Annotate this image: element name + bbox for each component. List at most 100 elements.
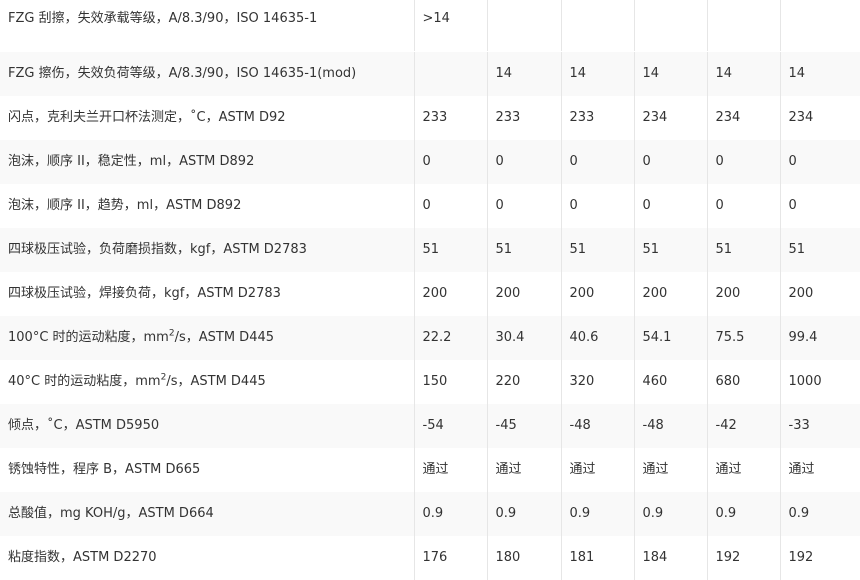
cell-value: 200 [487, 272, 562, 316]
cell-value: 0 [487, 140, 562, 184]
cell-value: 通过 [780, 448, 860, 492]
cell-value: 0 [707, 140, 781, 184]
cell-value: -48 [561, 404, 635, 448]
cell-value [561, 0, 635, 52]
row-label: 泡沫，顺序 II，趋势，ml，ASTM D892 [0, 184, 415, 228]
row-label: FZG 擦伤，失效负荷等级，A/8.3/90，ISO 14635-1(mod) [0, 51, 415, 96]
cell-value: 233 [414, 96, 488, 140]
table-row: 粘度指数，ASTM D2270 176 180 181 184 192 192 [0, 536, 860, 580]
cell-value: 234 [707, 96, 781, 140]
cell-value: 1000 [780, 360, 860, 404]
cell-value: 0.9 [414, 492, 488, 536]
row-label-text: 40°C 时的运动粘度，mm [8, 374, 161, 389]
cell-value: 30.4 [487, 316, 562, 360]
row-label: FZG 刮擦，失效承载等级，A/8.3/90，ISO 14635-1 [0, 0, 415, 52]
cell-value: 0 [780, 140, 860, 184]
cell-value: 0 [561, 184, 635, 228]
cell-value: 200 [414, 272, 488, 316]
cell-value: 150 [414, 360, 488, 404]
row-label: 总酸值，mg KOH/g，ASTM D664 [0, 492, 415, 536]
cell-value: 176 [414, 536, 488, 580]
cell-value: 14 [634, 51, 708, 96]
cell-value: 220 [487, 360, 562, 404]
cell-value: 0 [634, 140, 708, 184]
cell-value: 0 [487, 184, 562, 228]
cell-value: 200 [707, 272, 781, 316]
cell-value: 320 [561, 360, 635, 404]
cell-value: -45 [487, 404, 562, 448]
cell-value: 通过 [634, 448, 708, 492]
cell-value: 680 [707, 360, 781, 404]
row-label: 粘度指数，ASTM D2270 [0, 536, 415, 580]
cell-value: -54 [414, 404, 488, 448]
cell-value: 184 [634, 536, 708, 580]
cell-value: 0.9 [561, 492, 635, 536]
row-label-text: /s，ASTM D445 [166, 374, 266, 389]
cell-value: 200 [780, 272, 860, 316]
table-row: 总酸值，mg KOH/g，ASTM D664 0.9 0.9 0.9 0.9 0… [0, 492, 860, 536]
cell-value: 14 [707, 51, 781, 96]
cell-value: 51 [487, 228, 562, 272]
table-row: 泡沫，顺序 II，稳定性，ml，ASTM D892 0 0 0 0 0 0 [0, 140, 860, 184]
cell-value: 0 [780, 184, 860, 228]
cell-value: 51 [707, 228, 781, 272]
table-row: 锈蚀特性，程序 B，ASTM D665 通过 通过 通过 通过 通过 通过 [0, 448, 860, 492]
cell-value: 54.1 [634, 316, 708, 360]
cell-value: 0 [561, 140, 635, 184]
cell-value [487, 0, 562, 52]
specification-table: FZG 刮擦，失效承载等级，A/8.3/90，ISO 14635-1 >14 F… [0, 0, 860, 580]
table-row: 四球极压试验，负荷磨损指数，kgf，ASTM D2783 51 51 51 51… [0, 228, 860, 272]
cell-value: 40.6 [561, 316, 635, 360]
table-row: FZG 擦伤，失效负荷等级，A/8.3/90，ISO 14635-1(mod) … [0, 51, 860, 96]
cell-value: 通过 [487, 448, 562, 492]
cell-value: 460 [634, 360, 708, 404]
cell-value: 234 [634, 96, 708, 140]
cell-value [634, 0, 708, 52]
row-label: 倾点，˚C，ASTM D5950 [0, 404, 415, 448]
table-row: 100°C 时的运动粘度，mm2/s，ASTM D445 22.2 30.4 4… [0, 316, 860, 360]
cell-value: 99.4 [780, 316, 860, 360]
cell-value: 51 [780, 228, 860, 272]
cell-value: -42 [707, 404, 781, 448]
cell-value: 0 [414, 140, 488, 184]
cell-value: 0.9 [487, 492, 562, 536]
row-label-text: 100°C 时的运动粘度，mm [8, 330, 169, 345]
cell-value: 200 [561, 272, 635, 316]
cell-value: 0.9 [707, 492, 781, 536]
table-row: FZG 刮擦，失效承载等级，A/8.3/90，ISO 14635-1 >14 [0, 0, 860, 52]
cell-value: >14 [414, 0, 488, 52]
cell-value [780, 0, 860, 52]
row-label: 四球极压试验，负荷磨损指数，kgf，ASTM D2783 [0, 228, 415, 272]
table-row: 泡沫，顺序 II，趋势，ml，ASTM D892 0 0 0 0 0 0 [0, 184, 860, 228]
cell-value: 14 [561, 51, 635, 96]
cell-value: 233 [561, 96, 635, 140]
row-label: 锈蚀特性，程序 B，ASTM D665 [0, 448, 415, 492]
cell-value: 通过 [561, 448, 635, 492]
cell-value: 14 [780, 51, 860, 96]
row-label: 闪点，克利夫兰开口杯法测定，˚C，ASTM D92 [0, 96, 415, 140]
cell-value: 200 [634, 272, 708, 316]
cell-value: 通过 [707, 448, 781, 492]
cell-value: 234 [780, 96, 860, 140]
cell-value: 0.9 [634, 492, 708, 536]
cell-value: -33 [780, 404, 860, 448]
cell-value: 0 [707, 184, 781, 228]
row-label: 泡沫，顺序 II，稳定性，ml，ASTM D892 [0, 140, 415, 184]
row-label: 四球极压试验，焊接负荷，kgf，ASTM D2783 [0, 272, 415, 316]
cell-value: 0 [414, 184, 488, 228]
cell-value: 0 [634, 184, 708, 228]
cell-value: 181 [561, 536, 635, 580]
cell-value [414, 51, 488, 96]
cell-value: 通过 [414, 448, 488, 492]
cell-value: 0.9 [780, 492, 860, 536]
row-label-text: /s，ASTM D445 [174, 330, 275, 345]
table-row: 闪点，克利夫兰开口杯法测定，˚C，ASTM D92 233 233 233 23… [0, 96, 860, 140]
table-row: 倾点，˚C，ASTM D5950 -54 -45 -48 -48 -42 -33 [0, 404, 860, 448]
cell-value: 75.5 [707, 316, 781, 360]
table-row: 四球极压试验，焊接负荷，kgf，ASTM D2783 200 200 200 2… [0, 272, 860, 316]
cell-value: 180 [487, 536, 562, 580]
cell-value: 14 [487, 51, 562, 96]
cell-value: 51 [561, 228, 635, 272]
cell-value [707, 0, 781, 52]
row-label: 100°C 时的运动粘度，mm2/s，ASTM D445 [0, 316, 415, 360]
